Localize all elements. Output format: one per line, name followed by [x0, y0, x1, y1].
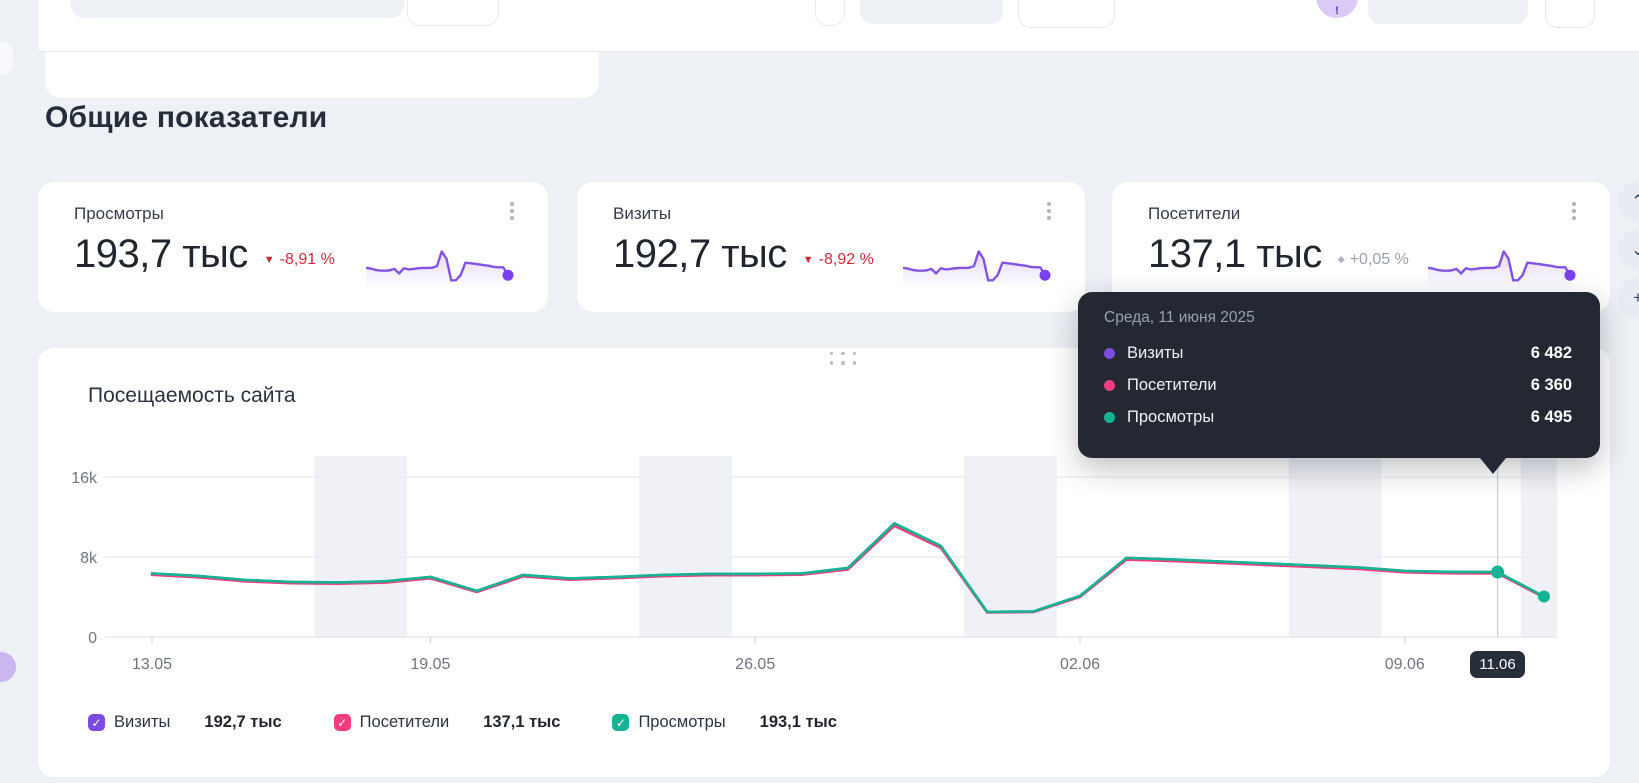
metric-value: 193,7 тыс	[74, 232, 248, 277]
tooltip-label: Визиты	[1127, 344, 1531, 363]
left-edge-tab	[0, 42, 13, 74]
legend-value: 192,7 тыс	[204, 713, 281, 732]
diamond-icon: ◆	[1338, 254, 1345, 265]
add-widget-button[interactable]: +	[1618, 278, 1639, 318]
toolbar-button[interactable]	[407, 0, 499, 26]
metric-change: -8,91 %	[280, 251, 335, 269]
toolbar-button[interactable]	[1018, 0, 1115, 28]
metric-change: -8,92 %	[819, 251, 874, 269]
chevron-up-icon: ⌃	[1631, 192, 1639, 212]
plus-icon: +	[1633, 288, 1639, 308]
selected-date-badge: 11.06	[1470, 651, 1525, 678]
tooltip-row: Визиты 6 482	[1104, 337, 1572, 369]
metric-value: 137,1 тыс	[1148, 232, 1322, 277]
kebab-menu-icon[interactable]	[504, 202, 520, 228]
toolbar-segment[interactable]	[860, 0, 1003, 24]
tooltip-value: 6 495	[1531, 408, 1572, 427]
tooltip-tail	[1480, 458, 1506, 474]
tooltip-value: 6 360	[1531, 376, 1572, 395]
sparkline-chart	[1424, 244, 1584, 292]
tooltip-row: Просмотры 6 495	[1104, 401, 1572, 433]
chart-legend: ✓ Визиты 192,7 тыс ✓ Посетители 137,1 ты…	[88, 713, 889, 732]
chart-title: Посещаемость сайта	[88, 384, 296, 408]
legend-value: 137,1 тыс	[483, 713, 560, 732]
series-dot-pageviews	[1104, 412, 1115, 423]
tooltip-label: Посетители	[1127, 376, 1531, 395]
arrow-down-icon: ▼	[264, 254, 275, 266]
scroll-up-button[interactable]: ⌃	[1618, 182, 1639, 222]
series-dot-visitors	[1104, 380, 1115, 391]
top-toolbar: !	[39, 0, 1639, 52]
series-dot-visits	[1104, 348, 1115, 359]
bell-icon: !	[1316, 5, 1358, 17]
chevron-down-icon: ⌄	[1631, 240, 1639, 260]
sparkline-chart	[362, 244, 522, 292]
tooltip-value: 6 482	[1531, 344, 1572, 363]
arrow-down-icon: ▼	[803, 254, 814, 266]
open-panel-bottom	[45, 52, 599, 98]
drag-handle-icon[interactable]	[828, 350, 858, 366]
toolbar-filter-pill[interactable]	[71, 0, 404, 18]
metric-value: 192,7 тыс	[613, 232, 787, 277]
toolbar-button[interactable]	[815, 0, 845, 26]
kebab-menu-icon[interactable]	[1041, 202, 1057, 228]
legend-value: 193,1 тыс	[760, 713, 837, 732]
notification-button[interactable]: !	[1316, 0, 1358, 18]
metric-label: Визиты	[613, 204, 671, 224]
scroll-down-button[interactable]: ⌄	[1618, 230, 1639, 270]
legend-label: Просмотры	[638, 713, 725, 732]
metric-card-visits: Визиты 192,7 тыс ▼ -8,92 %	[577, 182, 1085, 312]
kebab-menu-icon[interactable]	[1566, 202, 1582, 228]
left-edge-decoration	[0, 652, 16, 682]
metric-card-views: Просмотры 193,7 тыс ▼ -8,91 %	[38, 182, 548, 312]
tooltip-row: Посетители 6 360	[1104, 369, 1572, 401]
metric-label: Просмотры	[74, 204, 164, 224]
legend-label: Посетители	[360, 713, 450, 732]
metric-change: +0,05 %	[1350, 251, 1409, 269]
chart-tooltip: Среда, 11 июня 2025 Визиты 6 482 Посетит…	[1078, 292, 1600, 458]
section-title: Общие показатели	[45, 101, 327, 135]
metric-label: Посетители	[1148, 204, 1240, 224]
checkbox-visitors[interactable]: ✓	[334, 714, 351, 731]
checkbox-visits[interactable]: ✓	[88, 714, 105, 731]
sparkline-chart	[899, 244, 1059, 292]
checkbox-pageviews[interactable]: ✓	[612, 714, 629, 731]
tooltip-label: Просмотры	[1127, 408, 1531, 427]
toolbar-button[interactable]	[1545, 0, 1595, 28]
legend-label: Визиты	[114, 713, 170, 732]
toolbar-segment[interactable]	[1368, 0, 1528, 24]
tooltip-date: Среда, 11 июня 2025	[1104, 309, 1572, 327]
